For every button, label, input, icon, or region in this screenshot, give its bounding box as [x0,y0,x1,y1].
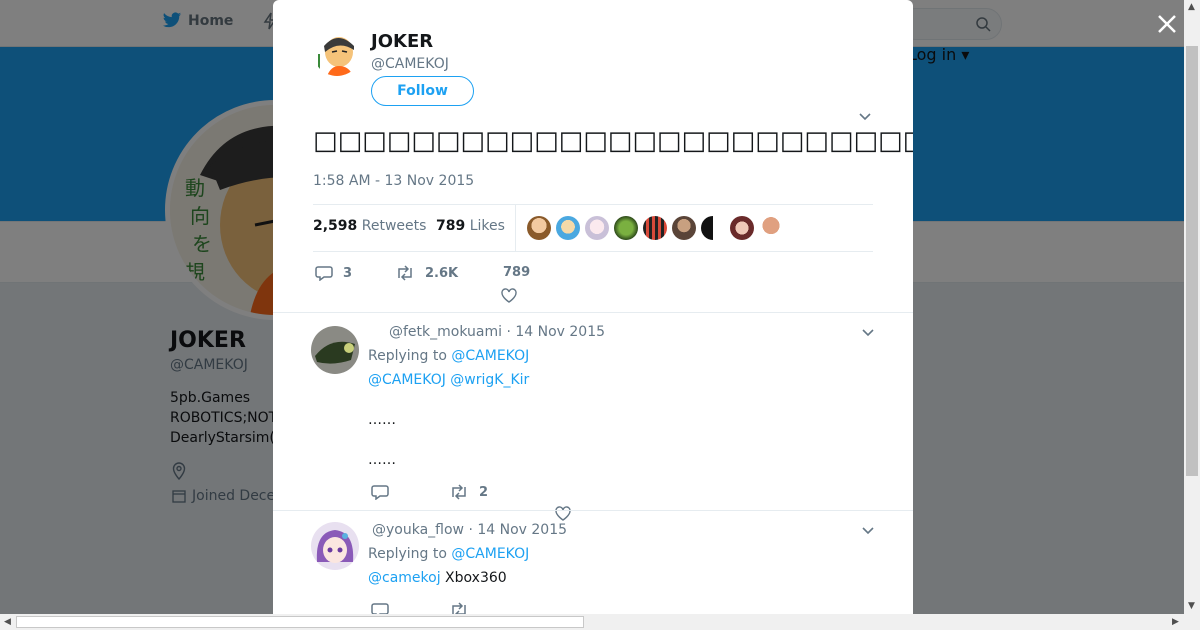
divider [273,510,913,511]
retweet-action[interactable] [449,602,469,614]
author-avatar[interactable] [313,28,361,76]
replying-prefix: Replying to [368,546,447,562]
liker-avatar[interactable] [672,216,696,240]
reply-action[interactable] [371,602,389,614]
reply-action[interactable]: 3 [315,265,352,281]
chevron-down-icon[interactable] [861,328,875,338]
tweet-modal: JOKER @CAMEKOJ Follow □□□□□□□□□□□□□□□□□□… [273,0,913,614]
reply-date[interactable]: · 14 Nov 2015 [506,324,605,340]
liker-avatars [527,216,783,240]
close-icon[interactable] [1155,12,1179,36]
retweet-icon [452,602,466,614]
retweets-label: Retweets [361,218,427,234]
chevron-down-icon[interactable] [861,526,875,536]
replying-to-link[interactable]: @CAMEKOJ [451,546,529,562]
scrollbar-thumb[interactable] [1186,46,1198,476]
retweets-stat[interactable]: 2,598 Retweets [313,218,426,234]
reply-header: @youka_flow · 14 Nov 2015 [372,522,567,538]
liker-avatar[interactable] [614,216,638,240]
retweet-action[interactable]: 2.6K [395,265,458,281]
avatar-illustration [311,326,359,374]
liker-avatar[interactable] [643,216,667,240]
reply-header: @fetk_mokuami · 14 Nov 2015 [389,324,605,340]
scrollbar-thumb[interactable] [16,616,584,628]
mention-link[interactable]: @camekoj [368,570,441,586]
tweet-timestamp[interactable]: 1:58 AM - 13 Nov 2015 [313,173,474,189]
reply-icon [371,603,389,614]
reply-date[interactable]: · 14 Nov 2015 [468,522,567,538]
retweet-icon [398,265,412,281]
tweet-actions: 3 2.6K 789 [313,262,873,306]
liker-avatar[interactable] [527,216,551,240]
reply-avatar[interactable] [311,326,359,374]
reply-text: @camekoj Xbox360 [368,570,507,586]
reply-tweet[interactable]: @youka_flow · 14 Nov 2015 Replying to @C… [273,512,913,614]
mention-link[interactable]: @wrigK_Kir [450,372,529,388]
reply-body-line: …… [368,412,396,428]
reply-action[interactable] [371,484,389,500]
tweet-stats: 2,598 Retweets 789 Likes [313,204,873,252]
reply-handle[interactable]: @youka_flow [372,522,464,538]
reply-mentions: @CAMEKOJ @wrigK_Kir [368,372,529,388]
scroll-up-icon[interactable]: ▲ [1188,2,1195,12]
likes-label: Likes [469,218,505,234]
reply-body-line: …… [368,452,396,468]
likes-count: 789 [436,218,466,234]
liker-avatar[interactable] [730,216,754,240]
heart-icon[interactable] [501,288,517,303]
reply-icon [371,485,389,500]
scroll-down-icon[interactable]: ▼ [1188,601,1195,611]
mention-link[interactable]: @CAMEKOJ [368,372,446,388]
liker-avatar[interactable] [585,216,609,240]
follow-button[interactable]: Follow [371,76,474,106]
liker-avatar[interactable] [556,216,580,240]
reply-handle[interactable]: @fetk_mokuami [389,324,502,340]
retweet-action[interactable]: 2 [449,484,488,500]
avatar-illustration [311,522,359,570]
chevron-down-icon[interactable] [858,112,872,122]
liker-avatar[interactable] [701,216,725,240]
retweet-count: 2 [479,484,489,500]
reply-text-body: Xbox360 [445,570,507,586]
avatar-illustration [313,28,361,76]
scroll-right-icon[interactable]: ▶ [1172,617,1179,627]
retweet-count: 2.6K [425,265,459,281]
horizontal-scrollbar[interactable]: ◀ ▶ [0,614,1200,630]
reply-avatar[interactable] [311,522,359,570]
reply-tweet[interactable]: @fetk_mokuami · 14 Nov 2015 Replying to … [273,314,913,521]
author-handle[interactable]: @CAMEKOJ [371,56,449,72]
like-count: 789 [503,265,531,280]
replying-to-link[interactable]: @CAMEKOJ [451,348,529,364]
author-name[interactable]: JOKER [371,31,433,52]
scroll-left-icon[interactable]: ◀ [4,617,11,627]
liker-avatar[interactable] [759,216,783,240]
reply-icon [315,266,333,281]
tweet-text: □□□□□□□□□□□□□□□□□□□□□□□□□□□□□□□□□□□□□□□□… [313,126,913,156]
retweets-count: 2,598 [313,218,358,234]
replying-to: Replying to @CAMEKOJ [368,546,529,562]
like-count-text: 789 [503,265,530,280]
likes-stat[interactable]: 789 Likes [436,218,505,234]
stats-divider [515,205,516,251]
replying-to: Replying to @CAMEKOJ [368,348,529,364]
retweet-icon [452,484,466,500]
vertical-scrollbar[interactable]: ▲ ▼ [1184,0,1200,614]
divider [273,312,913,313]
replying-prefix: Replying to [368,348,447,364]
reply-count: 3 [343,265,353,281]
